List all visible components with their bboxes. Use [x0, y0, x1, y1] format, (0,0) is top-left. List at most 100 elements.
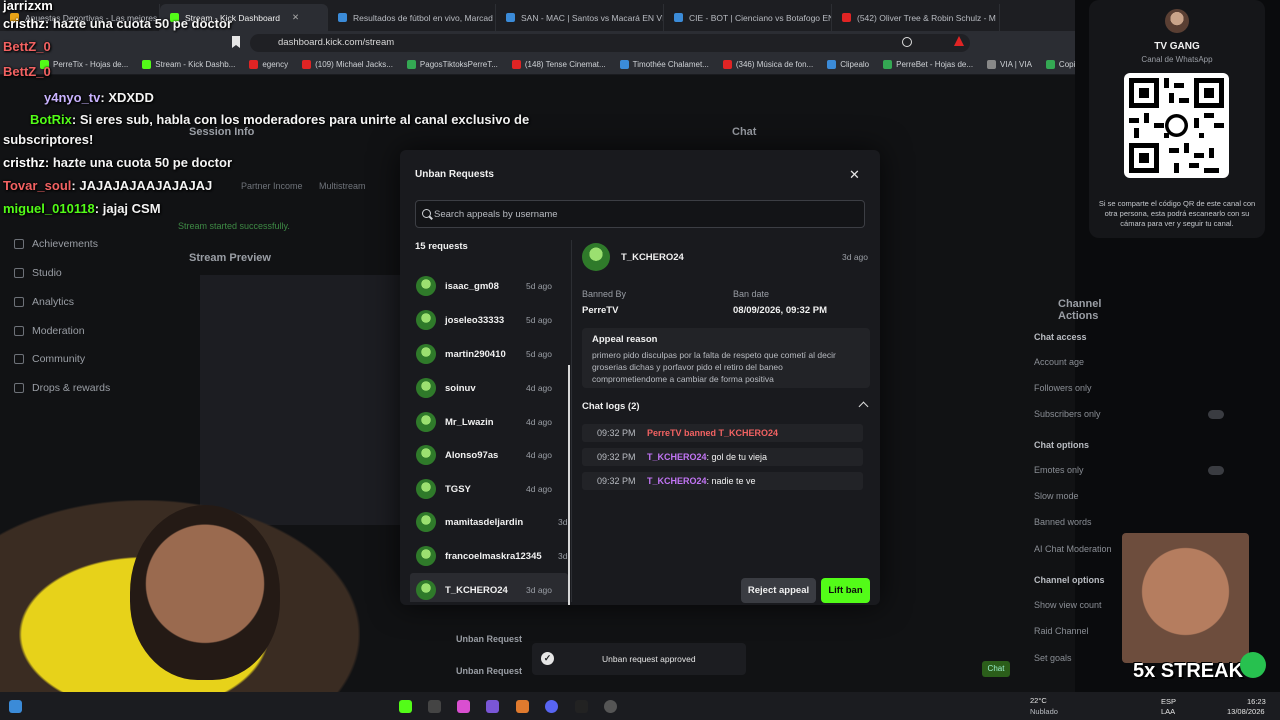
zoom-icon[interactable] — [902, 37, 912, 47]
request-list-item[interactable]: isaac_gm08 5d ago — [410, 269, 568, 303]
request-list-item[interactable]: martin290410 5d ago — [410, 337, 568, 371]
request-username: TGSY — [445, 483, 471, 495]
app-taskbar-icon[interactable] — [575, 700, 588, 713]
request-list-item[interactable]: francoelmaskra12345 3d — [410, 539, 568, 573]
unban-requests-modal: Unban Requests ✕ 15 requests isaac_gm08 5… — [400, 150, 880, 605]
search-appeals-field[interactable] — [415, 200, 865, 228]
bookmark-icon[interactable] — [232, 36, 240, 48]
bookmark-favicon-icon — [511, 60, 521, 69]
account-age-setting[interactable]: Account age — [1034, 357, 1084, 367]
ban-date-label: Ban date — [733, 289, 770, 299]
sidebar-item-studio[interactable]: Studio — [14, 267, 62, 279]
bookmark-item[interactable]: PagosTiktoksPerreT... — [406, 60, 498, 69]
browser-tab[interactable]: (542) Oliver Tree & Robin Schulz - M — [832, 4, 1000, 31]
obs-icon[interactable] — [604, 700, 617, 713]
channel-options-label: Channel options — [1034, 575, 1105, 585]
lang-indicator[interactable]: ESP — [1161, 697, 1176, 706]
request-list-item[interactable]: T_KCHERO24 3d ago — [410, 573, 568, 602]
tab-label: CIE - BOT | Cienciano vs Botafogo EN — [689, 12, 832, 23]
studio-icon — [14, 268, 24, 278]
list-scrollbar[interactable] — [568, 365, 570, 605]
emotes-only-setting[interactable]: Emotes only — [1034, 465, 1084, 475]
kick-taskbar-icon[interactable] — [399, 700, 412, 713]
sidebar-item-analytics[interactable]: Analytics — [14, 296, 74, 308]
bookmark-item[interactable]: egency — [249, 60, 288, 69]
bookmark-item[interactable]: Stream - Kick Dashb... — [142, 60, 235, 69]
chat-access-label: Chat access — [1034, 332, 1087, 342]
bookmark-favicon-icon — [883, 60, 893, 69]
tab-close-icon[interactable]: ✕ — [292, 12, 299, 23]
modal-title: Unban Requests — [415, 169, 494, 180]
followers-only-setting[interactable]: Followers only — [1034, 383, 1092, 393]
request-time-ago: 4d ago — [526, 484, 552, 494]
browser-tab[interactable]: SAN - MAC | Santos vs Macará EN VI — [496, 4, 664, 31]
chat-log-entry: 09:32 PM T_KCHERO24: nadie te ve — [582, 472, 863, 490]
chat-send-button[interactable]: Chat — [982, 661, 1010, 677]
lang-indicator-layout[interactable]: LAA — [1161, 707, 1175, 716]
bookmark-item[interactable]: PerreTix - Hojas de... — [40, 60, 128, 69]
bookmark-item[interactable]: (346) Música de fon... — [722, 60, 813, 69]
request-list-item[interactable]: soinuv 4d ago — [410, 371, 568, 405]
requests-list[interactable]: isaac_gm08 5d ago joseleo33333 5d ago martin… — [410, 252, 570, 602]
banned-words-setting[interactable]: Banned words — [1034, 517, 1092, 527]
sidebar-item-community[interactable]: Community — [14, 353, 85, 365]
windows-start-icon[interactable] — [9, 700, 22, 713]
app-taskbar-icon[interactable] — [428, 700, 441, 713]
partner-income-label: Partner Income — [241, 181, 303, 191]
url-bar[interactable]: dashboard.kick.com/stream — [250, 34, 970, 52]
sidebar-item-moderation[interactable]: Moderation — [14, 325, 85, 337]
request-list-item[interactable]: joseleo33333 5d ago — [410, 303, 568, 337]
app-taskbar-icon[interactable] — [486, 700, 499, 713]
request-list-item[interactable]: TGSY 4d ago — [410, 472, 568, 506]
slow-mode-setting[interactable]: Slow mode — [1034, 491, 1079, 501]
bookmark-label: Stream - Kick Dashb... — [155, 60, 236, 69]
app-taskbar-icon[interactable] — [516, 700, 529, 713]
clock-time[interactable]: 16:23 — [1247, 697, 1266, 706]
emotes-only-toggle[interactable] — [1208, 466, 1224, 475]
qr-channel-subtitle: Canal de WhatsApp — [1141, 55, 1213, 64]
chat-log-entry: 09:32 PM PerreTV banned T_KCHERO24 — [582, 424, 863, 442]
sidebar-item-drops[interactable]: Drops & rewards — [14, 382, 110, 394]
bookmark-item[interactable]: VIA | VIA — [987, 60, 1032, 69]
avatar — [416, 310, 436, 330]
search-input[interactable] — [434, 201, 854, 227]
bookmark-item[interactable]: Copia de P — [1045, 60, 1075, 69]
browser-tab[interactable]: Resultados de fútbol en vivo, Marcad — [328, 4, 496, 31]
requests-count: 15 requests — [415, 241, 468, 252]
clock-date[interactable]: 13/08/2026 — [1227, 707, 1265, 716]
set-goals-setting[interactable]: Set goals — [1034, 653, 1072, 663]
banned-by-value: PerreTV — [582, 305, 619, 316]
subscribers-only-setting[interactable]: Subscribers only — [1034, 409, 1101, 419]
bookmark-label: PerreBet - Hojas de... — [896, 60, 974, 69]
show-view-count-setting[interactable]: Show view count — [1034, 600, 1102, 610]
request-list-item[interactable]: Mr_Lwazin 4d ago — [410, 405, 568, 439]
discord-icon[interactable] — [545, 700, 558, 713]
check-icon: ✓ — [541, 652, 554, 665]
reject-appeal-button[interactable]: Reject appeal — [741, 578, 816, 603]
sidebar-item-achievements[interactable]: Achievements — [14, 238, 98, 250]
ban-date-value: 08/09/2026, 09:32 PM — [733, 305, 828, 316]
bookmark-item[interactable]: Timothée Chalamet... — [619, 60, 709, 69]
bookmark-item[interactable]: (148) Tense Cinemat... — [511, 60, 606, 69]
weather-temp: 22°C — [1030, 696, 1047, 705]
raid-channel-setting[interactable]: Raid Channel — [1034, 626, 1089, 636]
bookmark-item[interactable]: PerreBet - Hojas de... — [883, 60, 973, 69]
avatar — [416, 276, 436, 296]
bookmark-item[interactable]: (109) Michael Jacks... — [302, 60, 393, 69]
request-list-item[interactable]: mamitasdeljardin3d ago — [410, 505, 570, 539]
bookmark-item[interactable]: Clipealo — [827, 60, 869, 69]
appeal-reason-title: Appeal reason — [592, 334, 658, 345]
extension-icon[interactable] — [954, 36, 964, 46]
subscribers-only-toggle[interactable] — [1208, 410, 1224, 419]
shield-icon — [14, 326, 24, 336]
ai-chat-moderation-setting[interactable]: AI Chat Moderation — [1034, 544, 1112, 554]
app-taskbar-icon[interactable] — [457, 700, 470, 713]
chevron-up-icon[interactable] — [858, 401, 869, 412]
close-icon[interactable]: ✕ — [849, 167, 860, 183]
request-list-item[interactable]: Alonso97as 4d ago — [410, 438, 568, 472]
chat-message: y4nyo_tv: XDXDD — [44, 90, 154, 105]
lift-ban-button[interactable]: Lift ban — [821, 578, 870, 603]
whatsapp-icon[interactable] — [1240, 652, 1266, 678]
browser-tab[interactable]: CIE - BOT | Cienciano vs Botafogo EN — [664, 4, 832, 31]
chat-message: cristhz: hazte una cuota 50 pe doctor — [3, 16, 233, 31]
